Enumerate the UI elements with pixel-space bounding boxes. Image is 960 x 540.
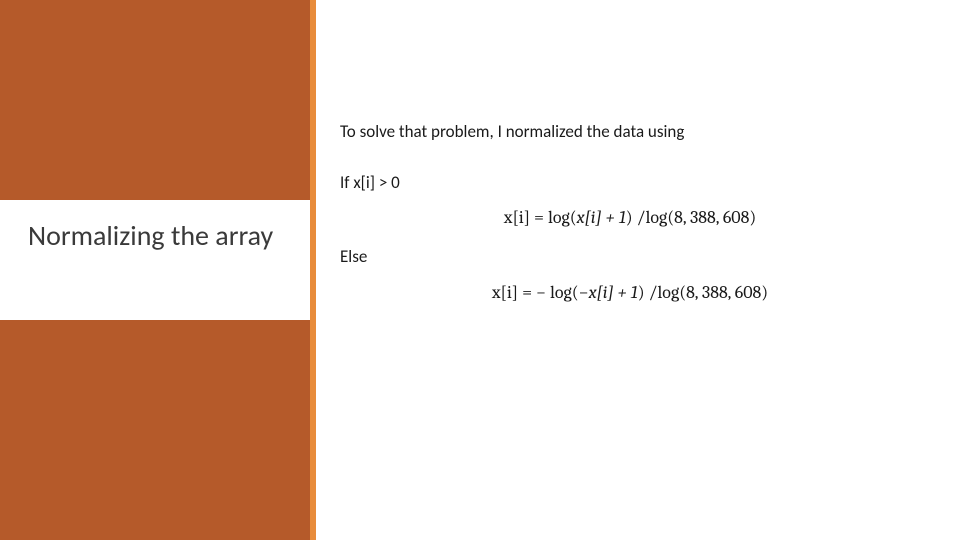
formula-neg-log1: log(− [550,282,589,303]
intro-text: To solve that problem, I normalized the … [340,120,920,145]
formula-pos-log2: log(8, 388, 608) [645,207,756,228]
formula-neg-inner: x[i] + 1 [589,282,638,303]
formula-neg-log2: log(8, 388, 608) [657,282,768,303]
accent-strip [310,0,316,540]
formula-neg-close: ) / [638,282,658,303]
formula-neg-lhs: x[i] = − [492,282,546,303]
content-area: To solve that problem, I normalized the … [340,120,920,320]
formula-positive: x[i] = log(x[i] + 1) /log(8, 388, 608) [340,205,920,231]
formula-pos-lhs: x[i] = [504,207,544,228]
title-box: Normalizing the array [0,200,310,320]
formula-negative: x[i] = − log(−x[i] + 1) /log(8, 388, 608… [340,280,920,306]
formula-pos-log1: log( [548,207,577,228]
slide-title: Normalizing the array [28,218,273,253]
condition-if: If x[i] > 0 [340,171,920,196]
condition-else: Else [340,245,920,270]
formula-pos-close: ) / [626,207,646,228]
formula-pos-inner: x[i] + 1 [577,207,626,228]
